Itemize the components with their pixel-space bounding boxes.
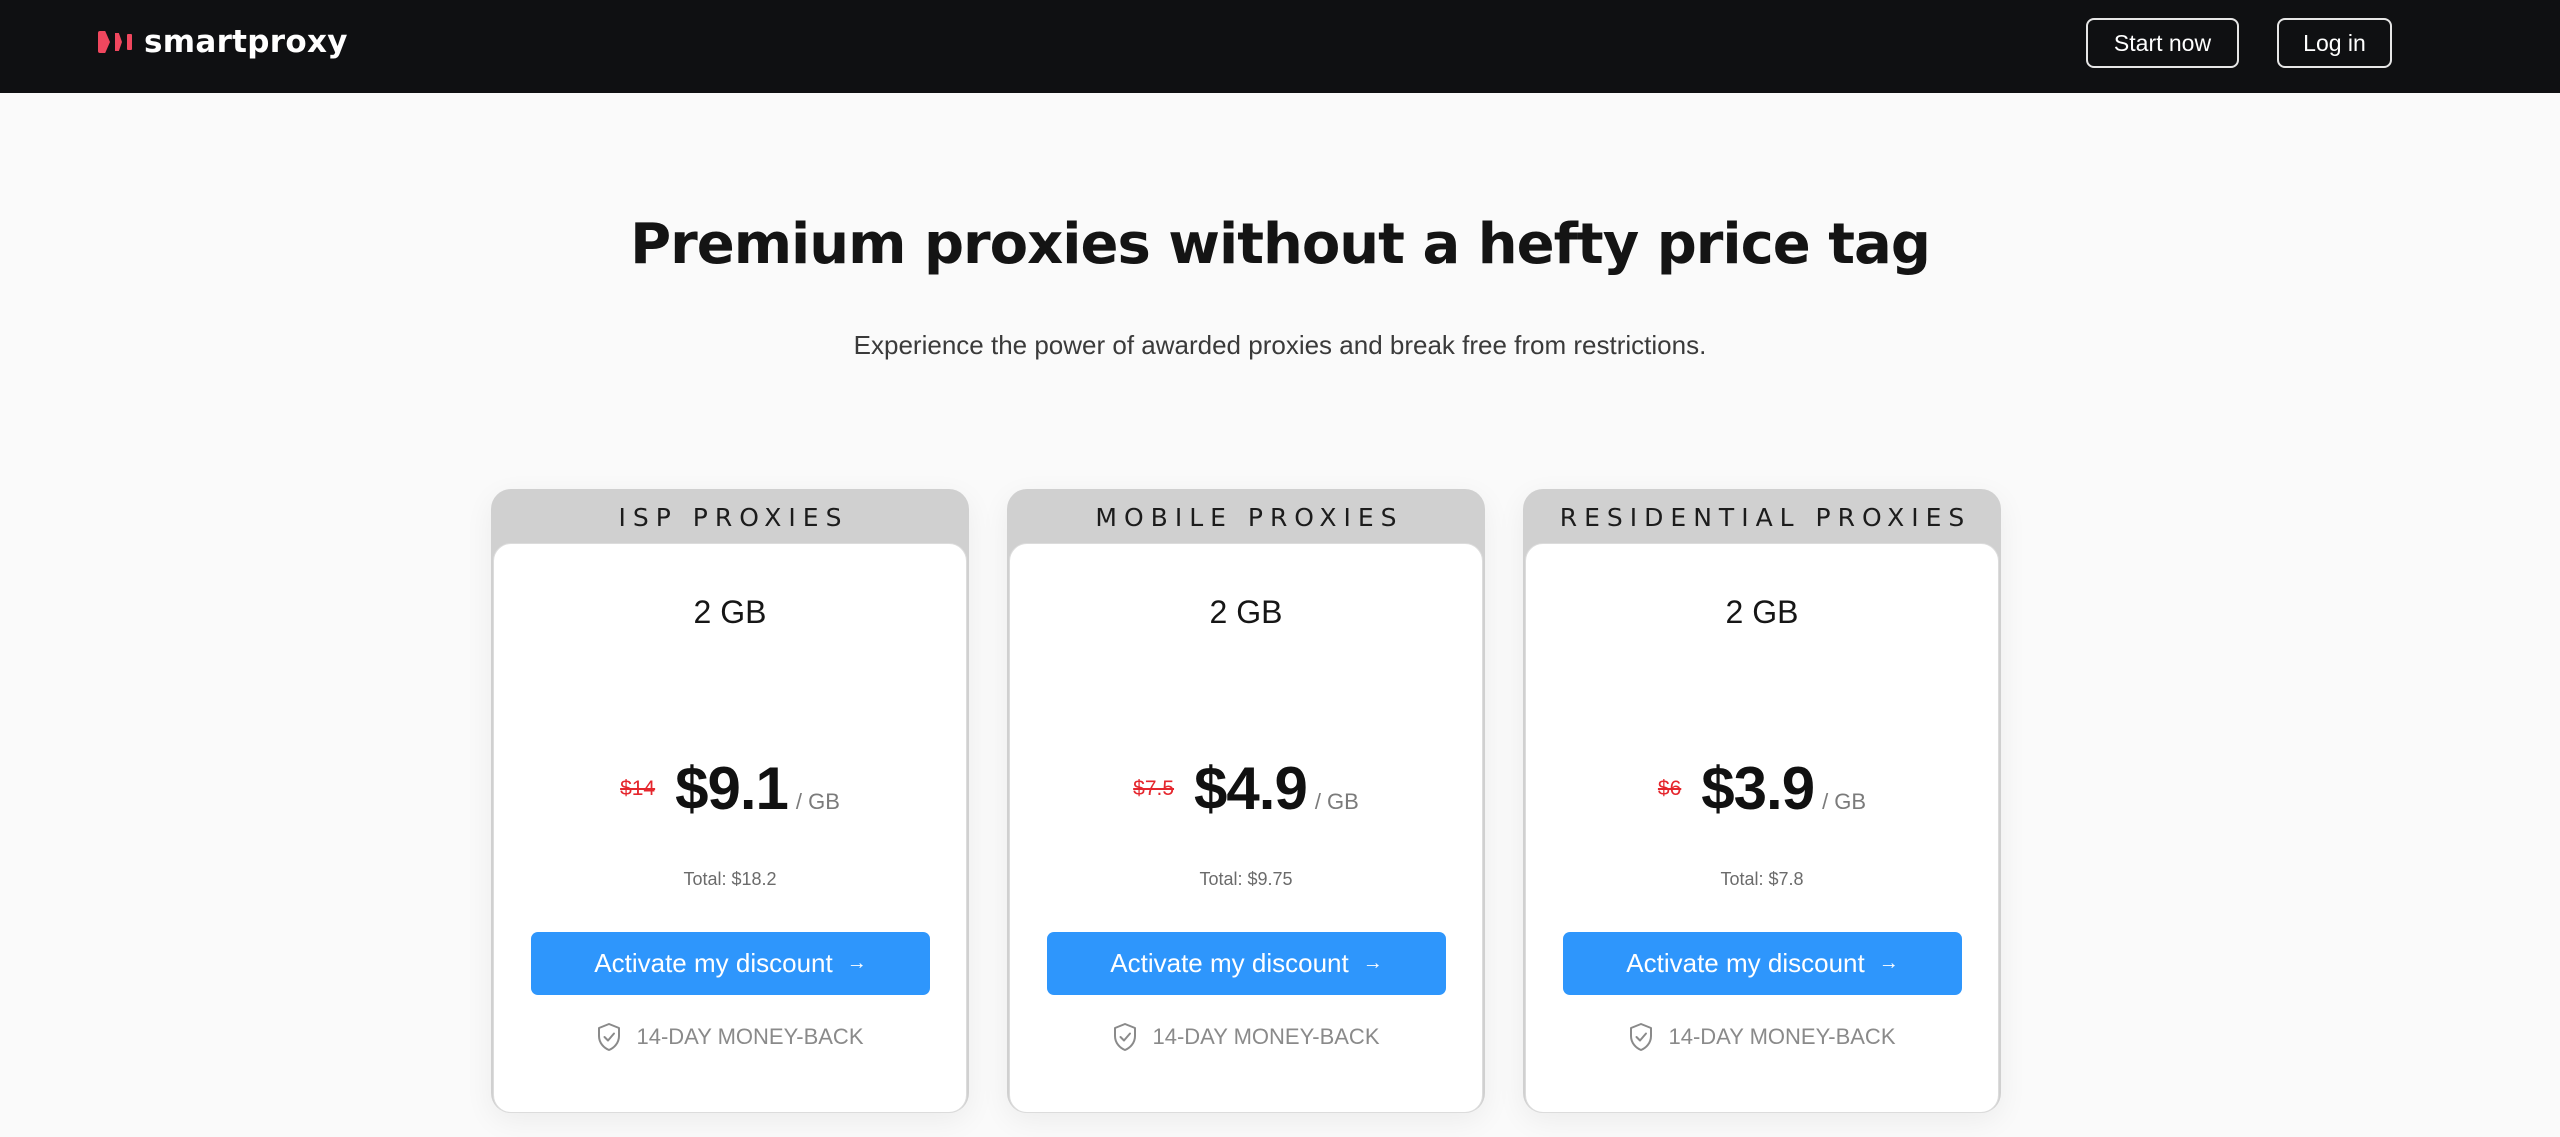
smartproxy-logo-icon	[98, 31, 132, 53]
guarantee-text: 14-DAY MONEY-BACK	[636, 1024, 864, 1049]
arrow-right-icon: →	[1362, 952, 1383, 974]
activate-discount-button[interactable]: Activate my discount →	[531, 932, 930, 995]
total-price: Total: $9.75	[1199, 869, 1293, 889]
shield-check-icon	[1630, 1023, 1653, 1051]
page-title: Premium proxies without a hefty price ta…	[630, 212, 1931, 277]
price-unit: / GB	[1314, 789, 1359, 814]
discounted-price: $4.9	[1194, 755, 1308, 822]
old-price: $14	[620, 777, 656, 800]
plan-size: 2 GB	[693, 594, 767, 630]
plan-size: 2 GB	[1725, 594, 1799, 630]
total-price: Total: $18.2	[683, 869, 777, 889]
guarantee-text: 14-DAY MONEY-BACK	[1668, 1024, 1896, 1049]
activate-discount-button[interactable]: Activate my discount →	[1047, 932, 1446, 995]
old-price: $6	[1657, 777, 1682, 800]
brand-logo[interactable]: smartproxy	[98, 24, 348, 60]
money-back-guarantee: 14-DAY MONEY-BACK	[1010, 1022, 1482, 1052]
plan-name: RESIDENTIAL PROXIES	[1559, 502, 1972, 532]
plan-card-isp: ISP PROXIES 2 GB $14 $9.1 / GB Total: $1…	[491, 489, 969, 1113]
price-unit: / GB	[1822, 789, 1867, 814]
activate-discount-button[interactable]: Activate my discount →	[1563, 932, 1962, 995]
plan-card-residential: RESIDENTIAL PROXIES 2 GB $6 $3.9 / GB To…	[1523, 489, 2001, 1113]
discounted-price: $3.9	[1701, 755, 1815, 822]
old-price: $7.5	[1133, 777, 1175, 800]
money-back-guarantee: 14-DAY MONEY-BACK	[1526, 1022, 1998, 1052]
price-row: $14 $9.1 / GB	[494, 754, 966, 823]
shield-check-icon	[598, 1023, 621, 1051]
start-now-button[interactable]: Start now	[2086, 18, 2239, 68]
log-in-button[interactable]: Log in	[2277, 18, 2392, 68]
discounted-price: $9.1	[675, 755, 789, 822]
plan-card-mobile: MOBILE PROXIES 2 GB $7.5 $4.9 / GB Total…	[1007, 489, 1485, 1113]
plan-card-body: 2 GB $7.5 $4.9 / GB Total: $9.75 Activat…	[1009, 543, 1483, 1113]
page-subtitle: Experience the power of awarded proxies …	[853, 330, 1707, 360]
activate-discount-label: Activate my discount	[1110, 948, 1349, 978]
arrow-right-icon: →	[846, 952, 867, 974]
price-unit: / GB	[795, 789, 840, 814]
plan-card-body: 2 GB $6 $3.9 / GB Total: $7.8 Activate m…	[1525, 543, 1999, 1113]
plan-size: 2 GB	[1209, 594, 1283, 630]
plan-card-body: 2 GB $14 $9.1 / GB Total: $18.2 Activate…	[493, 543, 967, 1113]
total-price: Total: $7.8	[1720, 869, 1804, 889]
top-nav: smartproxy Start now Log in	[0, 0, 2560, 93]
brand-name: smartproxy	[144, 24, 348, 60]
price-row: $7.5 $4.9 / GB	[1010, 754, 1482, 823]
guarantee-text: 14-DAY MONEY-BACK	[1152, 1024, 1380, 1049]
plan-name: MOBILE PROXIES	[1095, 502, 1404, 532]
shield-check-icon	[1114, 1023, 1137, 1051]
money-back-guarantee: 14-DAY MONEY-BACK	[494, 1022, 966, 1052]
activate-discount-label: Activate my discount	[1626, 948, 1865, 978]
price-row: $6 $3.9 / GB	[1526, 754, 1998, 823]
activate-discount-label: Activate my discount	[594, 948, 833, 978]
arrow-right-icon: →	[1878, 952, 1899, 974]
plan-name: ISP PROXIES	[618, 502, 849, 532]
